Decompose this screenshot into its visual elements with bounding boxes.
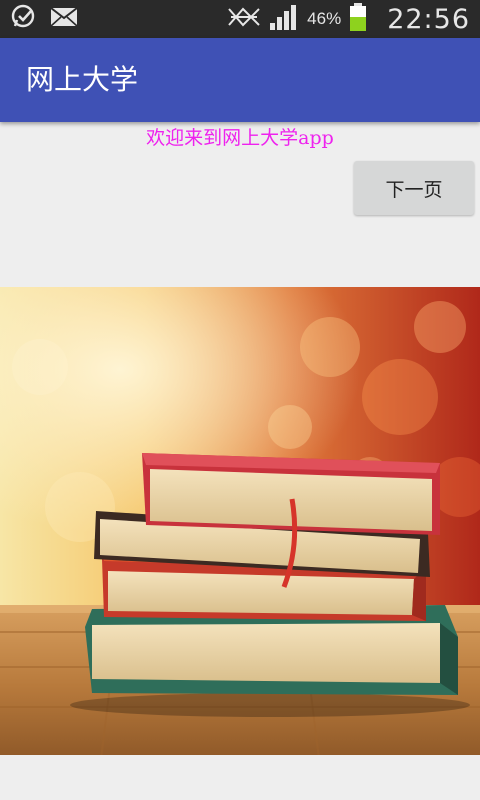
mail-icon xyxy=(50,6,78,32)
app-bar: 网上大学 xyxy=(0,38,480,122)
welcome-text: 欢迎来到网上大学app xyxy=(146,127,334,149)
whatsapp-icon xyxy=(10,4,38,34)
status-bar: 46% 22:56 xyxy=(0,0,480,38)
books-hero-image xyxy=(0,287,480,767)
app-title: 网上大学 xyxy=(26,63,139,96)
stack-of-books-illustration xyxy=(0,287,480,767)
nfc-icon xyxy=(227,5,261,33)
clock: 22:56 xyxy=(387,3,470,35)
next-page-button[interactable]: 下一页 xyxy=(354,161,474,215)
signal-icon xyxy=(269,3,299,35)
battery-percent: 46% xyxy=(307,9,342,28)
battery-icon xyxy=(349,2,367,36)
